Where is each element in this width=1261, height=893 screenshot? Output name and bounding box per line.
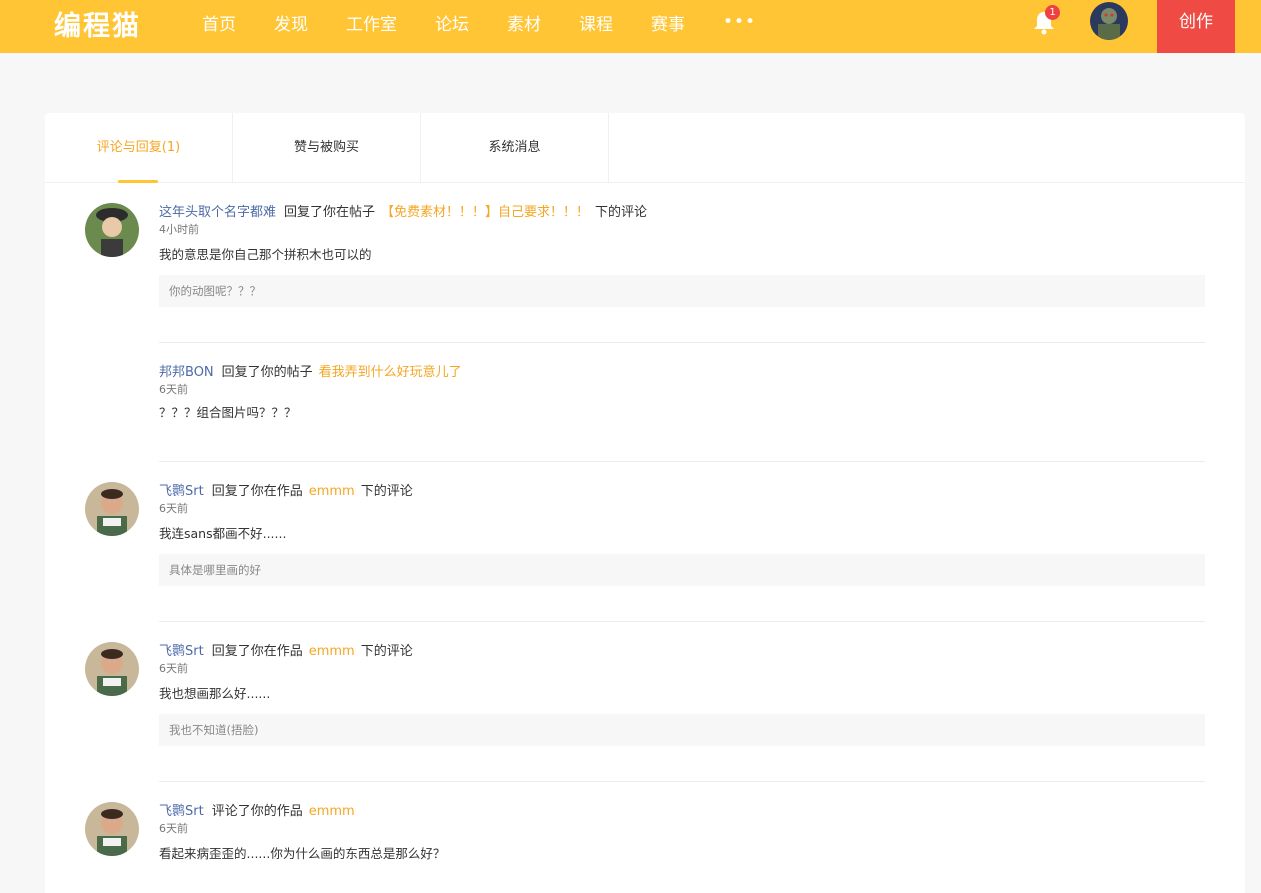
target-link[interactable]: 看我弄到什么好玩意儿了 <box>319 365 462 380</box>
tab-system-messages[interactable]: 系统消息 <box>421 113 609 182</box>
nav-forum[interactable]: 论坛 <box>435 10 469 35</box>
site-logo[interactable]: 编程猫 <box>54 4 141 43</box>
suffix-text: 下的评论 <box>360 644 413 659</box>
message-header: 飞鹮Srt 回复了你在作品 emmm 下的评论 <box>159 482 413 502</box>
target-link[interactable]: emmm <box>309 484 355 499</box>
message-content: 我也想画那么好...... <box>159 686 271 701</box>
avatar[interactable] <box>85 642 139 696</box>
message-content: 看起来病歪歪的......你为什么画的东西总是那么好？ <box>159 846 446 861</box>
suffix-text: 下的评论 <box>595 205 648 220</box>
quoted-comment: 我也不知道(捂脸) <box>159 714 1205 746</box>
action-text: 回复了你在帖子 <box>284 205 376 220</box>
tab-likes-purchases[interactable]: 赞与被购买 <box>233 113 421 182</box>
action-text: 回复了你的帖子 <box>221 365 313 380</box>
username-link[interactable]: 这年头取个名字都难 <box>159 205 276 220</box>
action-text: 回复了你在作品 <box>211 644 303 659</box>
message-content: 我连sans都画不好...... <box>159 526 287 541</box>
create-button[interactable]: 创作 <box>1157 0 1235 53</box>
timestamp: 6天前 <box>159 662 188 675</box>
action-text: 回复了你在作品 <box>211 484 303 499</box>
avatar[interactable] <box>85 203 139 257</box>
nav-contests[interactable]: 赛事 <box>651 10 685 35</box>
messages-card: 评论与回复(1) 赞与被购买 系统消息 这年头取个名字都难 回复了你在帖子 【免费素… <box>45 113 1245 893</box>
timestamp: 6天前 <box>159 822 188 835</box>
message-content: ？？？组合图片吗？？？ <box>159 405 297 420</box>
nav-studio[interactable]: 工作室 <box>346 10 397 35</box>
message-header: 飞鹮Srt 评论了你的作品 emmm <box>159 802 355 822</box>
message-tabs: 评论与回复(1) 赞与被购买 系统消息 <box>45 113 1245 183</box>
avatar[interactable] <box>85 802 139 856</box>
notification-count-badge: 1 <box>1045 5 1060 20</box>
nav-materials[interactable]: 素材 <box>507 10 541 35</box>
divider <box>159 781 1205 782</box>
target-link[interactable]: emmm <box>309 804 355 819</box>
timestamp: 6天前 <box>159 502 188 515</box>
tab-comments-replies[interactable]: 评论与回复(1) <box>45 113 233 183</box>
avatar[interactable] <box>85 482 139 536</box>
notification-bell-icon[interactable]: 1 <box>1031 5 1060 36</box>
user-avatar[interactable] <box>1090 2 1128 40</box>
nav-courses[interactable]: 课程 <box>579 10 613 35</box>
message-header: 这年头取个名字都难 回复了你在帖子 【免费素材！！！】自己要求！！！ 下的评论 <box>159 203 647 223</box>
quoted-comment: 你的动图呢？？？ <box>159 275 1205 307</box>
quoted-comment: 具体是哪里画的好 <box>159 554 1205 586</box>
timestamp: 6天前 <box>159 383 188 396</box>
suffix-text: 下的评论 <box>360 484 413 499</box>
username-link[interactable]: 飞鹮Srt <box>159 644 204 659</box>
username-link[interactable]: 邦邦BON <box>159 365 214 380</box>
target-link[interactable]: emmm <box>309 644 355 659</box>
top-navbar: 编程猫 首页 发现 工作室 论坛 素材 课程 赛事 ••• 1 创作 <box>0 0 1261 53</box>
username-link[interactable]: 飞鹮Srt <box>159 484 204 499</box>
divider <box>159 621 1205 622</box>
message-header: 邦邦BON 回复了你的帖子 看我弄到什么好玩意儿了 <box>159 363 462 383</box>
message-header: 飞鹮Srt 回复了你在作品 emmm 下的评论 <box>159 642 413 662</box>
divider <box>159 461 1205 462</box>
nav-more-icon[interactable]: ••• <box>723 12 756 32</box>
divider <box>159 342 1205 343</box>
nav-home[interactable]: 首页 <box>202 10 236 35</box>
action-text: 评论了你的作品 <box>211 804 303 819</box>
nav-discover[interactable]: 发现 <box>274 10 308 35</box>
timestamp: 4小时前 <box>159 223 199 236</box>
message-content: 我的意思是你自己那个拼积木也可以的 <box>159 247 372 262</box>
username-link[interactable]: 飞鹮Srt <box>159 804 204 819</box>
target-link[interactable]: 【免费素材！！！】自己要求！！！ <box>381 205 589 220</box>
main-nav: 首页 发现 工作室 论坛 素材 课程 赛事 ••• <box>202 0 756 44</box>
